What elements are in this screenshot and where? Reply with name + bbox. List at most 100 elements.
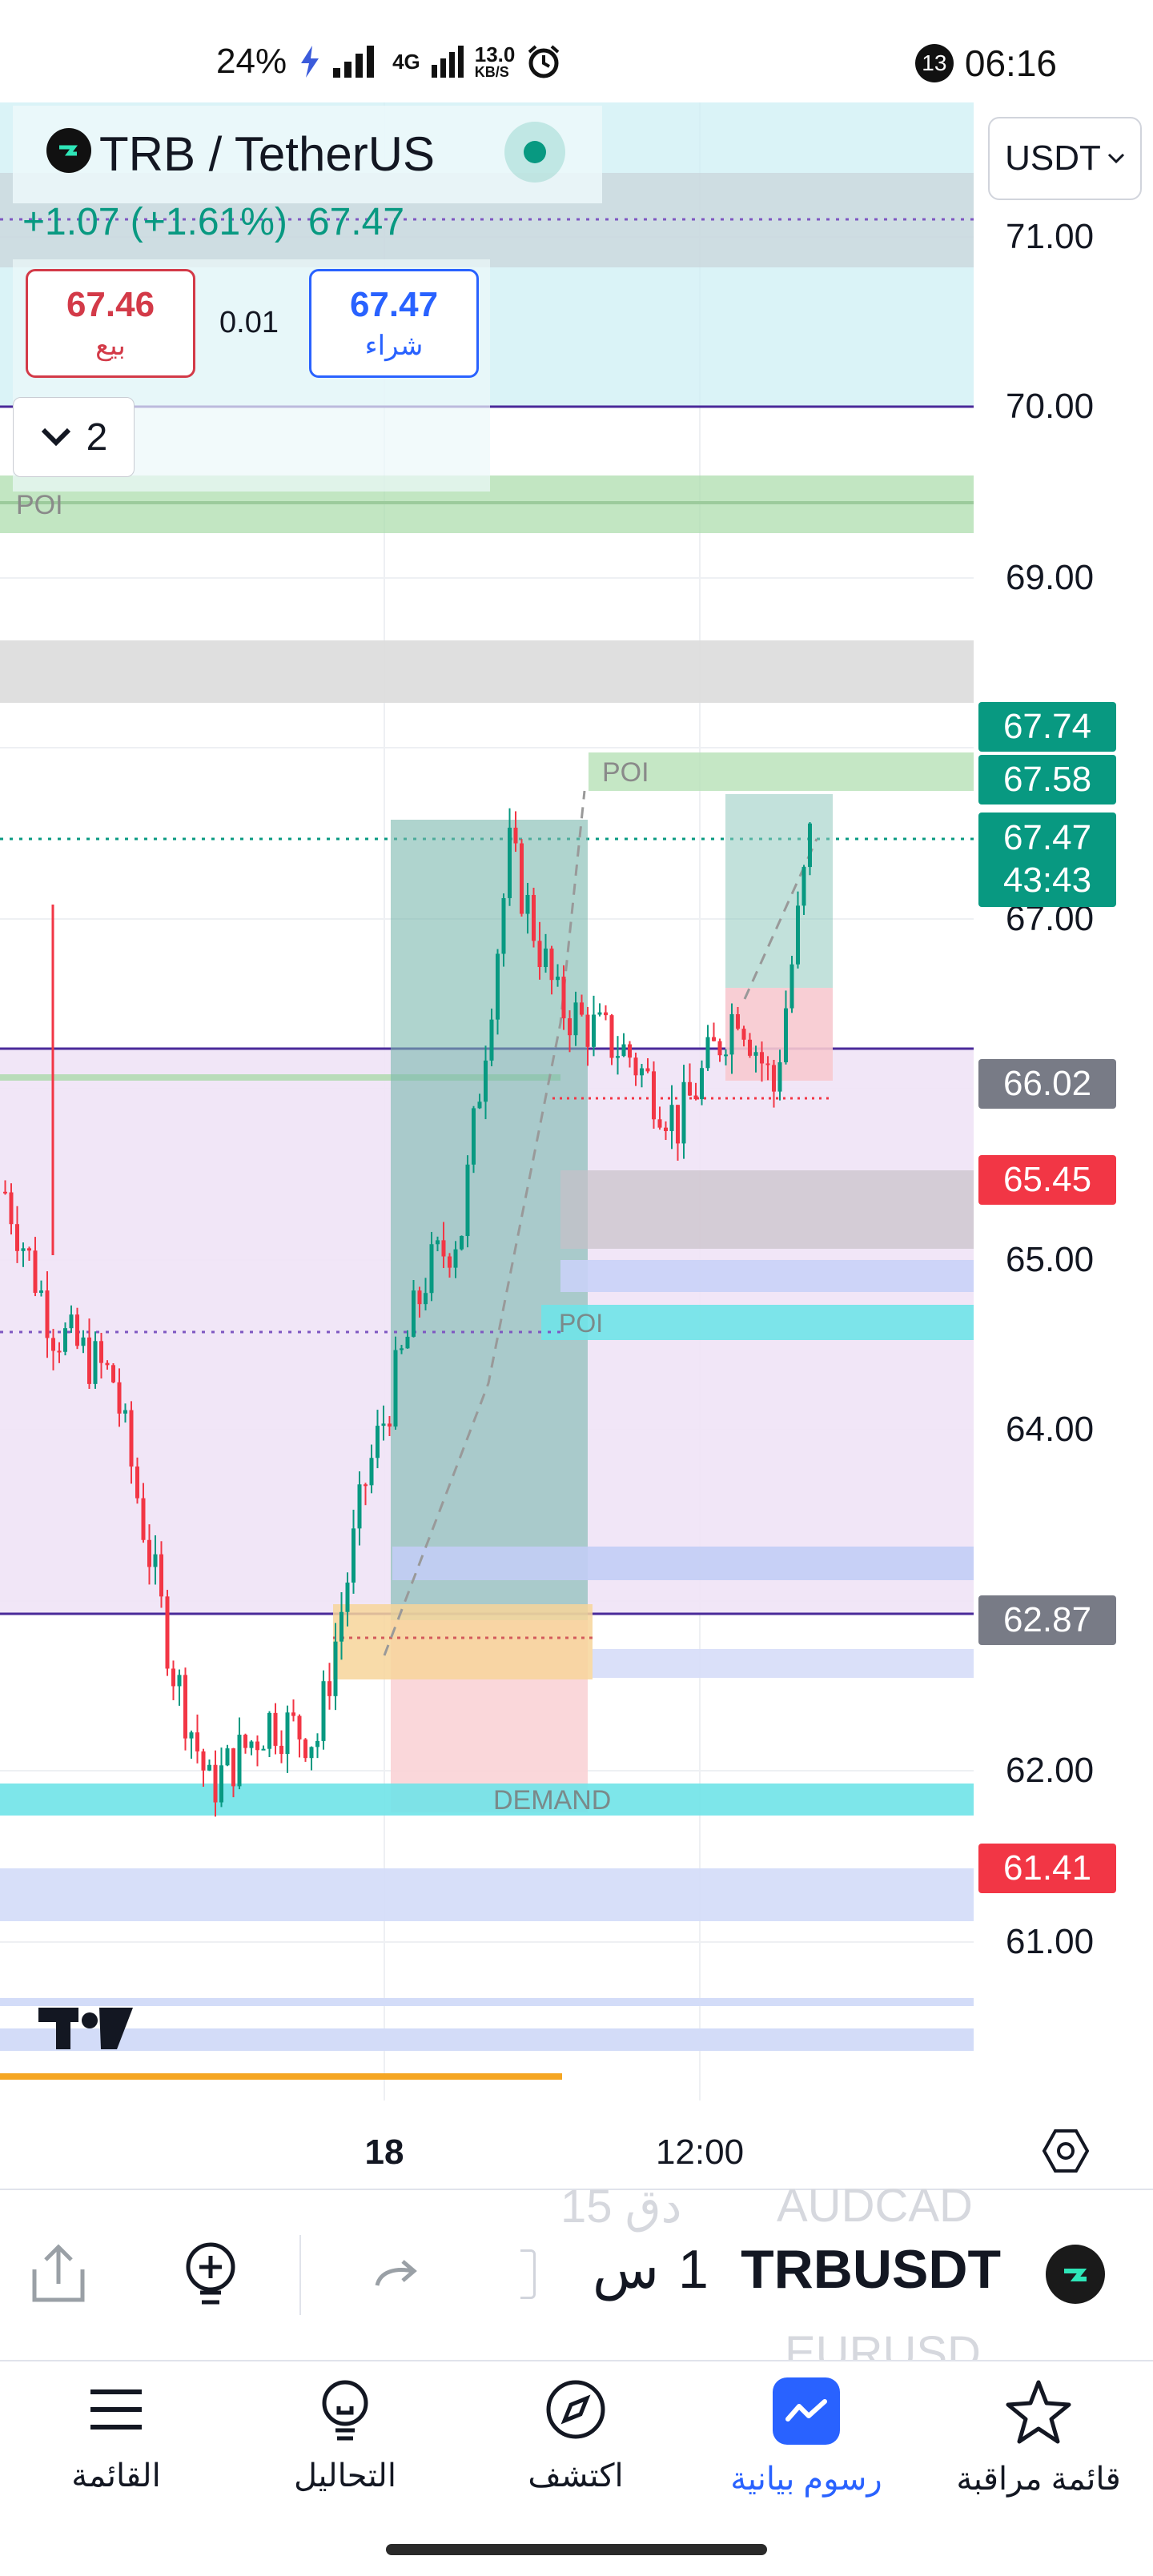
candle-body: [645, 1068, 650, 1072]
buy-button[interactable]: 67.47 شراء: [309, 269, 479, 378]
candle-body: [736, 1013, 740, 1029]
candle-body: [99, 1341, 103, 1363]
candle-body: [219, 1765, 223, 1803]
settings-icon[interactable]: [1041, 2126, 1091, 2176]
nav-menu[interactable]: القائمة: [16, 2377, 216, 2494]
candle-body: [537, 941, 542, 968]
sell-button[interactable]: 67.46 بيع: [26, 269, 195, 378]
candle-body: [189, 1732, 194, 1739]
trb-logo-icon: [46, 128, 91, 173]
net-speed-unit: KB/S: [474, 64, 509, 80]
price-label: 62.00: [1006, 1751, 1095, 1790]
charging-icon: [301, 46, 319, 78]
nav-ideas[interactable]: التحاليل: [245, 2377, 445, 2494]
share-button[interactable]: [22, 2238, 94, 2310]
status-left: 24% 4G 13.0 KB/S: [216, 42, 561, 82]
candle-body: [75, 1314, 79, 1346]
nav-label: التحاليل: [294, 2458, 396, 2494]
ideas-icon: [322, 2380, 368, 2441]
poi-label-2: POI: [602, 757, 649, 788]
candle-body: [621, 1044, 626, 1057]
candle-body: [165, 1596, 170, 1669]
candle-body: [585, 1014, 590, 1047]
signal-icon-2: [431, 46, 464, 78]
candle-body: [760, 1052, 764, 1064]
clock: 06:16: [964, 42, 1057, 84]
candle-body: [429, 1244, 434, 1294]
menu-icon: [90, 2389, 142, 2430]
toolbar-edge: [520, 2249, 536, 2299]
candle-body: [273, 1712, 278, 1746]
share-icon: [32, 2244, 85, 2302]
redo-button[interactable]: [360, 2238, 432, 2310]
nav-watchlist[interactable]: قائمة مراقبة: [938, 2377, 1139, 2498]
demand-zone: [0, 1784, 974, 1816]
candle-body: [129, 1410, 134, 1467]
poi-label-3: POI: [559, 1309, 603, 1338]
price-tag-high: 67.74: [978, 702, 1116, 752]
candle-body: [81, 1337, 86, 1346]
candle-body: [604, 1012, 608, 1016]
candle-body: [544, 948, 548, 968]
candle-body: [153, 1554, 158, 1567]
price-label: 64.00: [1006, 1410, 1095, 1449]
interval-selector[interactable]: س 1: [593, 2238, 709, 2301]
currency-selector[interactable]: USDT: [988, 117, 1142, 200]
candle-body: [69, 1314, 74, 1329]
star-icon: [1006, 2380, 1071, 2444]
indicators-collapse-button[interactable]: 2: [13, 397, 135, 477]
toolbar-divider: [299, 2235, 301, 2315]
candle-body: [27, 1248, 31, 1251]
candle-body: [291, 1712, 295, 1716]
zone-blue-1: [560, 1260, 974, 1292]
status-bar: 24% 4G 13.0 KB/S 13 06:16: [0, 0, 1153, 96]
candle-body: [261, 1748, 266, 1751]
candle-body: [808, 823, 812, 868]
candle-body: [489, 1019, 494, 1061]
bar-countdown: 43:43: [1002, 861, 1092, 900]
candle-body: [484, 1060, 488, 1102]
candle-body: [616, 1056, 620, 1058]
notification-badge: 13: [914, 44, 954, 82]
candle-body: [465, 1164, 470, 1237]
time-axis[interactable]: 18 12:00: [0, 2101, 1153, 2189]
price-axis[interactable]: USDT 71.00 70.00 69.00 67.00 65.00 64.00…: [974, 102, 1153, 2101]
candle-body: [453, 1249, 458, 1268]
candle-body: [700, 1068, 704, 1100]
market-status-indicator[interactable]: [504, 122, 565, 183]
demand-label: DEMAND: [493, 1785, 611, 1816]
sell-price: 67.46: [66, 285, 155, 324]
nav-charts[interactable]: رسوم بيانية: [706, 2377, 906, 2498]
chart-pane[interactable]: POI POI POI DEMAND TRB / TetherUS +1.07 …: [0, 102, 974, 2101]
candle-body: [177, 1675, 182, 1687]
candle-body: [568, 1018, 572, 1036]
chevron-down-icon: [1107, 153, 1124, 164]
publish-idea-button[interactable]: [175, 2238, 247, 2310]
candle-body: [339, 1611, 343, 1642]
signal-icon: [333, 46, 375, 78]
candle-body: [640, 1068, 644, 1076]
candle-body: [201, 1751, 206, 1771]
symbol-title[interactable]: TRB / TetherUS: [99, 126, 435, 182]
zone-blue-5: [0, 1998, 974, 2006]
candle-body: [123, 1410, 127, 1414]
zone-blue-6: [0, 2028, 974, 2051]
candle-body: [309, 1747, 314, 1759]
battery-percent: 24%: [216, 42, 287, 81]
zone-orange: [333, 1604, 593, 1679]
candle-body: [183, 1675, 187, 1739]
candle-body: [225, 1748, 230, 1766]
candle-body: [369, 1458, 374, 1486]
candle-body: [525, 894, 530, 914]
candle-body: [21, 1248, 26, 1251]
candle-body: [171, 1668, 175, 1687]
candle-body: [364, 1484, 368, 1487]
symbol-selector[interactable]: TRBUSDT: [741, 2238, 1001, 2301]
candle-body: [51, 1338, 55, 1351]
candle-body: [303, 1739, 307, 1759]
nav-explore[interactable]: اكتشف: [476, 2377, 676, 2494]
zone-blue-2: [392, 1547, 974, 1580]
currency-label: USDT: [1005, 138, 1101, 178]
price-tag-level: 62.87: [978, 1595, 1116, 1645]
candle-body: [741, 1029, 746, 1040]
